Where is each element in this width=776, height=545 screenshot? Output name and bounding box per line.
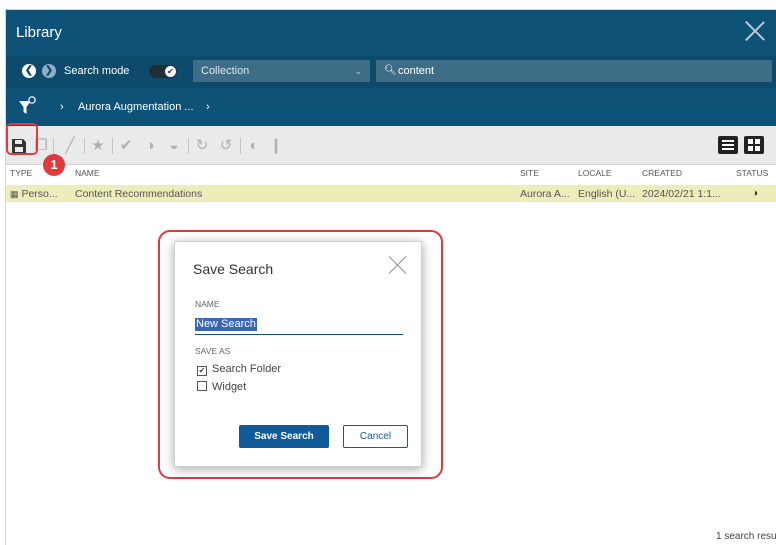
personalization-icon: ▦ [10,189,19,199]
sync-all-icon[interactable]: ↺ [218,138,234,154]
table-row[interactable]: ▦ Perso... Content Recommendations Auror… [6,185,776,202]
status-globe-icon: ◑ [752,188,759,199]
checkbox-unchecked-icon[interactable] [197,381,207,391]
close-icon[interactable] [389,256,407,274]
save-search-button[interactable]: Save Search [239,425,329,448]
close-icon[interactable] [744,20,766,42]
unpublish-globe-icon[interactable]: ◒ [166,138,182,154]
toolbar-divider [112,138,113,154]
save-as-label: SAVE AS [195,346,231,356]
trash-icon[interactable]: ❙ [268,138,284,154]
dialog-title: Save Search [193,261,274,277]
save-search-dialog: Save Search NAME New Search SAVE AS ✔ Sea… [174,241,422,467]
toolbar-divider [240,138,241,154]
table-header: TYPE NAME SITE LOCALE CREATED STATUS [6,164,776,184]
cell-type-text: Perso... [21,188,58,200]
breadcrumb-separator: › [206,101,210,113]
name-field-value: New Search [195,318,257,331]
save-as-option-widget[interactable]: Widget [197,380,246,393]
toolbar-divider [84,138,85,154]
column-header-status[interactable]: STATUS [736,168,768,178]
column-header-site[interactable]: SITE [520,168,539,178]
search-icon: 🔍︎ [384,65,397,76]
toolbar-divider [53,138,54,154]
list-view-icon[interactable] [718,136,738,154]
option-label: Search Folder [212,363,282,375]
title-bar: Library [6,10,776,56]
toolbar-divider [188,138,189,154]
edit-icon[interactable]: ╱ [62,138,78,154]
save-as-option-search-folder[interactable]: ✔ Search Folder [197,363,282,376]
chevron-down-icon: ⌄ [354,66,362,76]
column-header-locale[interactable]: LOCALE [578,168,612,178]
cell-type: ▦ Perso... [10,188,58,200]
cancel-button[interactable]: Cancel [343,425,408,448]
publish-globe-icon[interactable]: ◑ [142,138,158,154]
cell-name: Content Recommendations [75,188,203,200]
column-header-name[interactable]: NAME [75,168,100,178]
window-title: Library [16,24,62,41]
grid-view-icon[interactable] [744,136,764,154]
cell-locale: English (U... [578,188,636,200]
search-mode-toggle[interactable]: ✔ [149,65,177,78]
name-label: NAME [195,299,220,309]
breadcrumb-separator: › [60,101,64,113]
collection-select[interactable]: Collection ⌄ [193,60,370,82]
collection-value: Collection [201,65,250,77]
translate-icon[interactable]: ◐ [246,138,262,154]
column-header-created[interactable]: CREATED [642,168,682,178]
back-arrow-icon[interactable]: ❮ [22,64,36,78]
filter-icon[interactable] [18,96,36,116]
save-highlight-box [6,123,38,155]
search-mode-label: Search mode [64,65,130,77]
checkbox-checked-icon[interactable]: ✔ [197,366,207,376]
star-icon[interactable]: ★ [90,138,106,154]
column-header-type[interactable]: TYPE [10,168,32,178]
search-bar: ❮ ❯ Search mode ✔ Collection ⌄ 🔍︎ conten… [6,56,776,88]
result-count: 1 search result [716,531,776,542]
filter-bar: › Aurora Augmentation ... › [6,88,776,126]
breadcrumb-item[interactable]: Aurora Augmentation ... [78,101,194,113]
cell-site: Aurora A... [520,188,570,200]
search-value: content [398,65,435,77]
check-icon: ✔ [165,66,176,77]
toolbar: ❐ ╱ ★ ✔ ◑ ◒ ↻ ↺ ◐ ❙ [6,126,776,165]
cell-created: 2024/02/21 1:1... [642,188,721,200]
search-input[interactable]: 🔍︎ content [376,60,772,82]
approve-check-icon[interactable]: ✔ [118,138,134,154]
forward-arrow-icon[interactable]: ❯ [42,64,56,78]
sync-icon[interactable]: ↻ [194,138,210,154]
option-label: Widget [212,381,247,393]
